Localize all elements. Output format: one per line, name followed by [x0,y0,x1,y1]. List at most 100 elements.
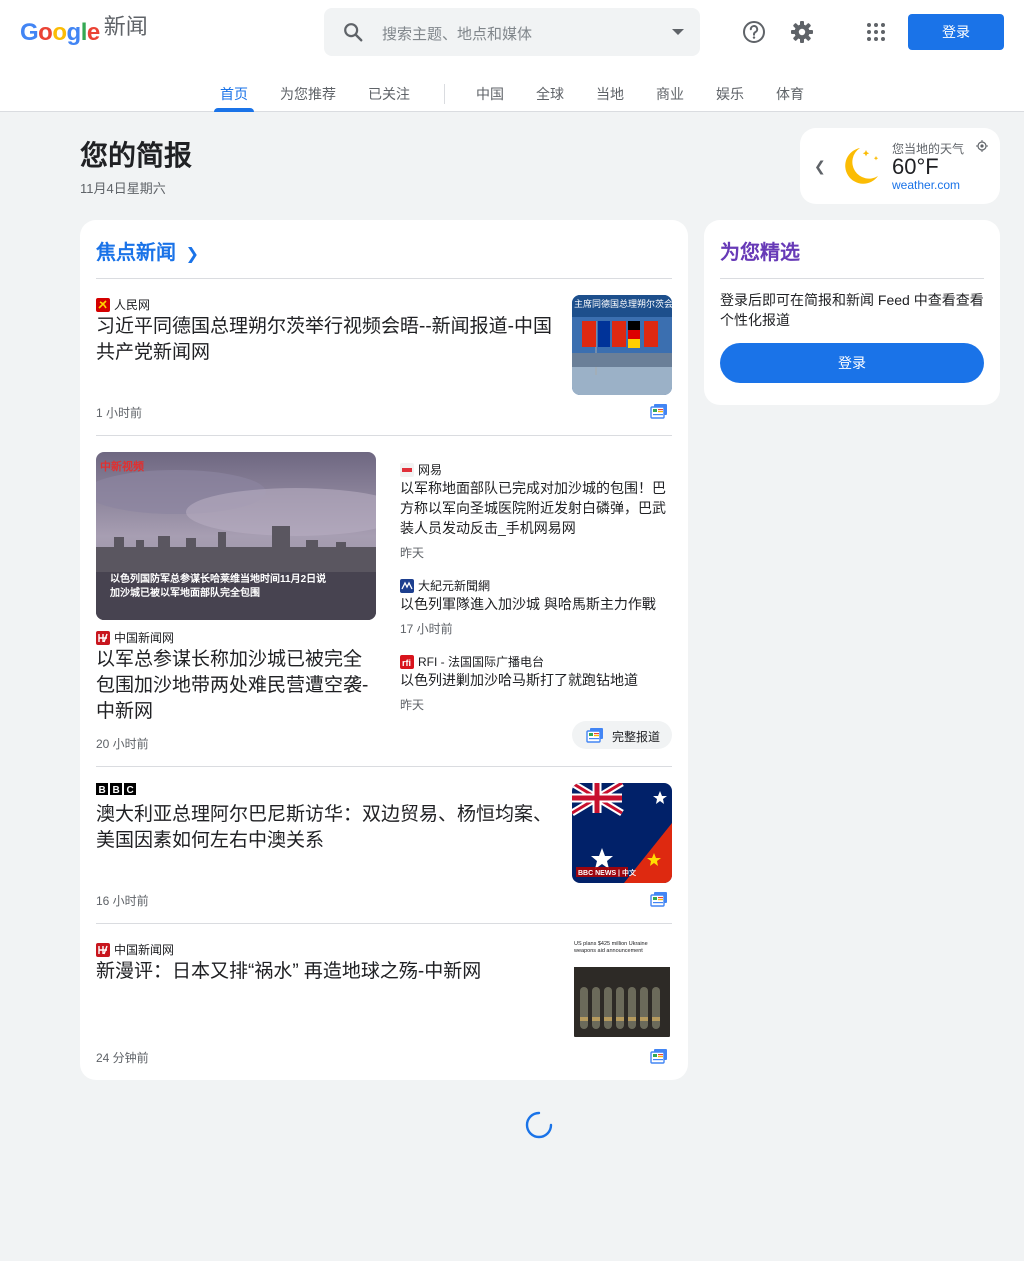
crescent-moon-icon [845,148,879,184]
story-headline[interactable]: 以军总参谋长称加沙城已被完全包围加沙地带两处难民营遭空袭-中新网 [96,647,378,725]
tab-for-you[interactable]: 为您推荐 [280,84,336,112]
tab-business[interactable]: 商业 [656,84,684,112]
epoch-times-logo-icon [400,578,414,593]
search-bar[interactable]: 搜索主题、地点和媒体 [324,8,700,56]
meeting-flags-image: 主席同德国总理朔尔茨会 [572,295,672,395]
weather-temperature: 60°F [892,154,939,179]
full-coverage-icon[interactable] [650,1048,668,1064]
source-name: 中国新闻网 [114,943,175,957]
source-name: 中国新闻网 [114,631,175,645]
thumbnail-caption: US plans $425 million Ukraine weapons ai… [574,941,648,954]
rfi-logo-icon: rfi [400,654,414,669]
people-daily-logo-icon [96,297,110,312]
story-source[interactable]: 中国新闻网 [96,941,174,958]
thumbnail-caption: 主席同德国总理朔尔茨会 [574,298,672,309]
source-name: 人民网 [114,298,151,312]
loading-spinner-icon [525,1111,553,1139]
picks-title: 为您精选 [720,242,800,264]
netease-logo-icon [400,462,414,477]
image-logo: 中新视频 [100,459,144,473]
svg-text:B: B [113,785,120,796]
related-headline[interactable]: 以色列軍隊進入加沙城 與哈馬斯主力作戰 [400,594,670,614]
tab-sports[interactable]: 体育 [776,84,804,112]
search-options-dropdown-icon[interactable] [672,29,684,35]
chinanews-logo-icon [96,630,110,645]
google-wordmark: Google [20,19,100,46]
sign-in-button[interactable]: 登录 [908,14,1004,50]
news-wordmark: 新闻 [103,14,148,39]
artillery-shells-image: US plans $425 million Ukraine weapons ai… [572,939,672,1039]
tab-divider [444,84,445,104]
related-headline[interactable]: 以军称地面部队已完成对加沙城的包围！巴方称以军向圣城医院附近发射白磷弹，巴武装人… [400,478,670,538]
story-time: 1 小时前 [96,406,143,420]
tab-china[interactable]: 中国 [476,84,504,112]
apps-grid-icon[interactable] [862,18,890,46]
help-icon[interactable] [740,18,768,46]
source-name: 大紀元新聞網 [418,579,491,593]
svg-text:B: B [99,785,106,796]
related-headline[interactable]: 以色列进剿加沙哈马斯打了就跑钻地道 [400,670,670,690]
tab-following[interactable]: 已关注 [368,84,410,112]
source-name: 网易 [418,463,443,477]
story-headline[interactable]: 新漫评：日本又排“祸水” 再造地球之殇-中新网 [96,959,552,985]
related-time: 昨天 [400,546,425,560]
bbc-logo-icon: B B C [96,783,136,796]
top-stories-card: 焦点新闻 ❯ 人民网 习近平同德国总理朔尔茨举行视频会晤--新闻报道-中国共产党… [80,220,688,1080]
story-thumbnail[interactable]: BBC NEWS | 中文 [572,783,672,883]
related-source[interactable]: rfi RFI - 法国国际广播电台 [400,653,544,670]
google-news-logo[interactable]: Google 新闻 [20,14,148,48]
divider [96,766,672,767]
page-title: 您的简报 [80,140,193,171]
tab-world[interactable]: 全球 [536,84,564,112]
picks-sign-in-button[interactable]: 登录 [720,343,984,383]
weather-source-link[interactable]: weather.com [892,178,960,192]
thumbnail-caption: BBC NEWS | 中文 [578,868,637,877]
story-source[interactable]: 人民网 [96,296,150,313]
picks-description: 登录后即可在简报和新闻 Feed 中查看查看个性化报道 [720,292,984,328]
section-tabs: 首页 为您推荐 已关注 中国 全球 当地 商业 娱乐 体育 [0,84,1024,112]
top-bar: Google 新闻 搜索主题、地点和媒体 登录 首页 为您推荐 已关注 中国 全… [0,0,1024,112]
tab-home[interactable]: 首页 [214,84,254,112]
full-coverage-icon [586,728,603,743]
divider [96,923,672,924]
divider [96,435,672,436]
weather-widget[interactable]: ❮ 您当地的天气 60°F weather.com [800,128,1000,204]
story-thumbnail[interactable]: US plans $425 million Ukraine weapons ai… [572,939,672,1039]
location-icon[interactable] [976,140,988,152]
search-icon[interactable] [342,21,364,43]
story-headline[interactable]: 习近平同德国总理朔尔茨举行视频会晤--新闻报道-中国共产党新闻网 [96,314,552,366]
full-coverage-label: 完整报道 [612,730,661,744]
story-source[interactable]: 中国新闻网 [96,629,174,646]
image-caption-line-1: 以色列国防军总参谋长哈莱维当地时间11月2日说 [110,572,326,585]
svg-text:rfi: rfi [402,658,411,668]
search-input[interactable]: 搜索主题、地点和媒体 [382,23,532,44]
city-skyline-image: 中新视频 以色列国防军总参谋长哈莱维当地时间11月2日说 加沙城已被以军地面部队… [96,452,376,620]
related-source[interactable]: 大紀元新聞網 [400,577,490,594]
chevron-left-icon[interactable]: ❮ [814,158,826,175]
full-coverage-button[interactable]: 完整报道 [572,721,672,749]
divider [96,278,672,279]
story-thumbnail[interactable]: 主席同德国总理朔尔茨会 [572,295,672,395]
divider [720,278,984,279]
story-time: 20 小时前 [96,737,149,751]
full-coverage-icon[interactable] [650,403,668,419]
briefing-date: 11月4日星期六 [80,181,166,196]
story-headline[interactable]: 澳大利亚总理阿尔巴尼斯访华：双边贸易、杨恒均案、美国因素如何左右中澳关系 [96,802,552,854]
tab-local[interactable]: 当地 [596,84,624,112]
story-hero-image[interactable]: 中新视频 以色列国防军总参谋长哈莱维当地时间11月2日说 加沙城已被以军地面部队… [96,452,376,620]
source-name: RFI - 法国国际广播电台 [418,655,544,669]
image-caption-line-2: 加沙城已被以军地面部队完全包围 [109,586,260,599]
chevron-right-icon: ❯ [185,246,199,263]
chinanews-logo-icon [96,942,110,957]
related-time: 17 小时前 [400,622,453,636]
full-coverage-icon[interactable] [650,891,668,907]
svg-text:C: C [127,785,134,796]
tab-entertainment[interactable]: 娱乐 [716,84,744,112]
story-time: 16 小时前 [96,894,149,908]
top-stories-heading[interactable]: 焦点新闻 ❯ [96,236,199,265]
top-stories-title: 焦点新闻 [96,242,176,264]
related-time: 昨天 [400,698,425,712]
settings-gear-icon[interactable] [788,18,816,46]
related-source[interactable]: 网易 [400,461,442,478]
story-source[interactable]: B B C [96,782,138,796]
